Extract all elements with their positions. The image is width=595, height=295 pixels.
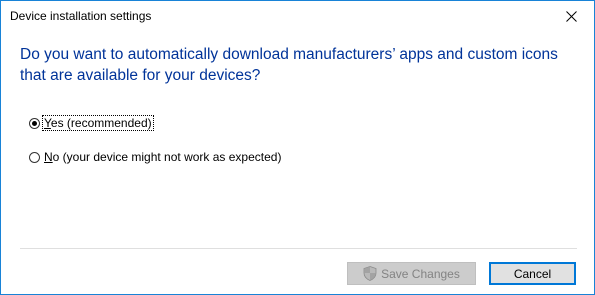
dialog-window: Device installation settings Do you want… — [0, 0, 595, 295]
no-mnemonic: N — [44, 150, 53, 164]
close-button[interactable] — [548, 1, 594, 32]
no-label-text: o (your device might not work as expecte… — [52, 150, 282, 164]
title-bar: Device installation settings — [1, 1, 594, 32]
window-title: Device installation settings — [10, 9, 152, 23]
footer-divider — [20, 248, 577, 249]
cancel-button[interactable]: Cancel — [489, 262, 576, 285]
save-changes-button[interactable]: Save Changes — [347, 262, 476, 285]
no-radio-label[interactable]: No (your device might not work as expect… — [43, 150, 282, 164]
yes-radio[interactable] — [29, 117, 40, 129]
yes-mnemonic: Y — [44, 116, 51, 130]
cancel-label: Cancel — [513, 266, 552, 281]
save-changes-label: Save Changes — [381, 266, 460, 281]
yes-label-text: es (recommended) — [50, 116, 152, 130]
yes-radio-label[interactable]: Yes (recommended) — [42, 115, 154, 131]
uac-shield-icon — [363, 266, 377, 281]
option-no-row[interactable]: No (your device might not work as expect… — [29, 150, 282, 164]
option-yes-row[interactable]: Yes (recommended) — [29, 115, 154, 131]
question-text: Do you want to automatically download ma… — [20, 46, 558, 84]
no-radio[interactable] — [29, 151, 40, 163]
close-icon — [565, 11, 577, 22]
